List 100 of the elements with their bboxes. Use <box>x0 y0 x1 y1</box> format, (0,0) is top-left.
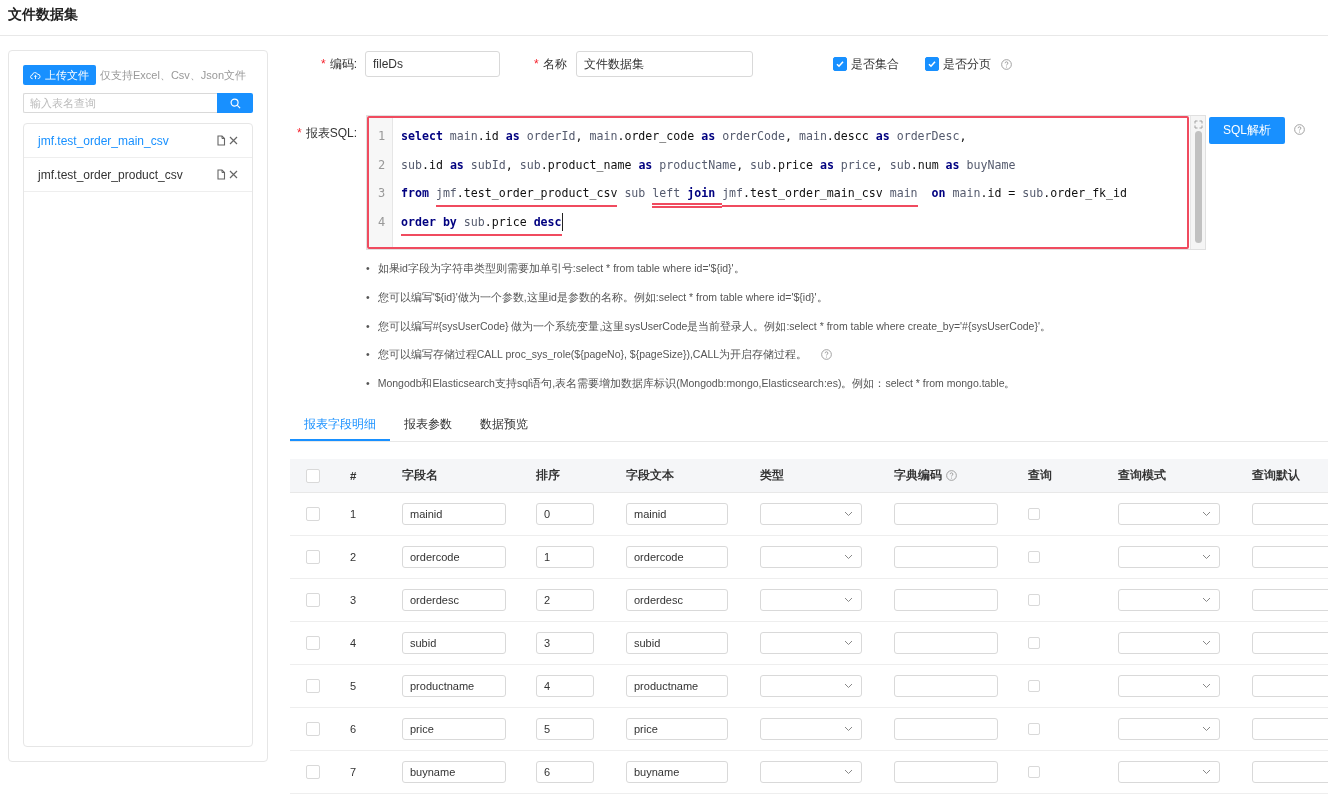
help-icon[interactable] <box>1000 58 1012 70</box>
input-field[interactable] <box>1252 589 1328 612</box>
name-field[interactable]: 文件数据集 <box>575 51 753 77</box>
check-icon <box>926 59 937 69</box>
select-field[interactable] <box>760 675 862 698</box>
select-field[interactable] <box>1118 632 1220 655</box>
column-header: 类型 <box>760 468 784 484</box>
input-field[interactable] <box>894 761 998 784</box>
field-text-input[interactable]: ordercode <box>626 546 728 569</box>
bullet: • <box>366 290 370 306</box>
checkbox[interactable] <box>924 57 939 71</box>
bullet: • <box>366 376 370 392</box>
input-field[interactable] <box>1252 675 1328 698</box>
scrollbar-thumb[interactable] <box>1194 131 1202 243</box>
chevron-down-icon <box>844 769 853 776</box>
copy-icon[interactable] <box>216 169 226 180</box>
field-name-input[interactable]: buyname <box>402 761 506 784</box>
row-number: 7 <box>350 766 357 779</box>
input-field[interactable] <box>1252 503 1328 526</box>
help-icon[interactable] <box>1294 124 1305 135</box>
select-field[interactable] <box>1118 718 1220 741</box>
close-icon[interactable] <box>229 170 238 179</box>
select-field[interactable] <box>1118 675 1220 698</box>
input-field[interactable] <box>894 632 998 655</box>
column-header: 查询模式 <box>1118 468 1166 484</box>
search-icon <box>229 97 241 109</box>
select-field[interactable] <box>760 632 862 655</box>
chevron-down-icon <box>844 640 853 647</box>
select-field[interactable] <box>1118 761 1220 784</box>
input-field[interactable] <box>894 503 998 526</box>
field-text-input[interactable]: subid <box>626 632 728 655</box>
chevron-down-icon <box>844 597 853 604</box>
close-icon[interactable] <box>229 136 238 145</box>
help-icon[interactable] <box>946 470 957 482</box>
bullet: • <box>366 347 370 363</box>
table-search-field[interactable]: 输入表名查询 <box>23 93 217 113</box>
select-field[interactable] <box>760 718 862 741</box>
code-line: from jmf.test_order_product_csv sub left join jmf.test_order_main_csv main on main.id = sub.order_fk_id <box>401 179 1190 208</box>
input-field[interactable] <box>1252 718 1328 741</box>
select-field[interactable] <box>760 546 862 569</box>
field-name-input[interactable]: subid <box>402 632 506 655</box>
tab[interactable]: 数据预览 <box>466 411 542 442</box>
name-label: * 名称 <box>534 55 567 73</box>
field-text-input[interactable]: price <box>626 718 728 741</box>
field-name-input[interactable]: orderdesc <box>402 589 506 612</box>
checkbox[interactable] <box>832 57 847 71</box>
bullet: • <box>366 318 370 334</box>
sort-field[interactable]: 6 <box>536 761 594 784</box>
column-header: # <box>350 469 357 482</box>
input-field[interactable] <box>894 718 998 741</box>
file-list-item[interactable]: jmf.test_order_product_csv <box>24 158 252 192</box>
row-number: 4 <box>350 637 357 650</box>
select-field[interactable] <box>1118 589 1220 612</box>
sort-field[interactable]: 5 <box>536 718 594 741</box>
input-field[interactable] <box>1252 546 1328 569</box>
field-text-input[interactable]: productname <box>626 675 728 698</box>
sort-field[interactable]: 2 <box>536 589 594 612</box>
chevron-down-icon <box>844 726 853 733</box>
select-field[interactable] <box>760 503 862 526</box>
copy-icon[interactable] <box>216 135 226 146</box>
column-header: 排序 <box>536 468 560 484</box>
sort-field[interactable]: 3 <box>536 632 594 655</box>
field-name-input[interactable]: price <box>402 718 506 741</box>
column-header: 字段名 <box>402 468 438 484</box>
field-text-input[interactable]: mainid <box>626 503 728 526</box>
select-field[interactable] <box>760 761 862 784</box>
field-name-input[interactable]: productname <box>402 675 506 698</box>
input-field[interactable] <box>894 546 998 569</box>
field-name-input[interactable]: ordercode <box>402 546 506 569</box>
select-field[interactable] <box>760 589 862 612</box>
sort-field[interactable]: 1 <box>536 546 594 569</box>
code-field[interactable]: fileDs <box>365 51 500 77</box>
row-number: 5 <box>350 680 357 693</box>
field-text-input[interactable]: buyname <box>626 761 728 784</box>
input-field[interactable] <box>894 675 998 698</box>
select-field[interactable] <box>1118 503 1220 526</box>
checkbox-label: 是否集合 <box>850 55 899 73</box>
line-number: 4 <box>377 213 386 231</box>
search-button[interactable] <box>217 93 253 113</box>
column-header: 查询默认 <box>1252 468 1300 484</box>
tab[interactable]: 报表参数 <box>390 411 466 442</box>
chevron-down-icon <box>1202 554 1211 561</box>
page-title: 文件数据集 <box>0 0 1328 36</box>
bullet: • <box>366 261 370 277</box>
chevron-down-icon <box>1202 597 1211 604</box>
chevron-down-icon <box>1202 511 1211 518</box>
input-field[interactable] <box>1252 632 1328 655</box>
sort-field[interactable]: 0 <box>536 503 594 526</box>
sort-field[interactable]: 4 <box>536 675 594 698</box>
chevron-down-icon <box>1202 640 1211 647</box>
field-name-input[interactable]: mainid <box>402 503 506 526</box>
select-field[interactable] <box>1118 546 1220 569</box>
expand-icon[interactable] <box>1193 120 1203 129</box>
input-field[interactable] <box>894 589 998 612</box>
row-number: 1 <box>350 508 357 521</box>
row-number: 6 <box>350 723 357 736</box>
help-icon[interactable] <box>821 348 833 360</box>
chevron-down-icon <box>1202 683 1211 690</box>
field-text-input[interactable]: orderdesc <box>626 589 728 612</box>
input-field[interactable] <box>1252 761 1328 784</box>
